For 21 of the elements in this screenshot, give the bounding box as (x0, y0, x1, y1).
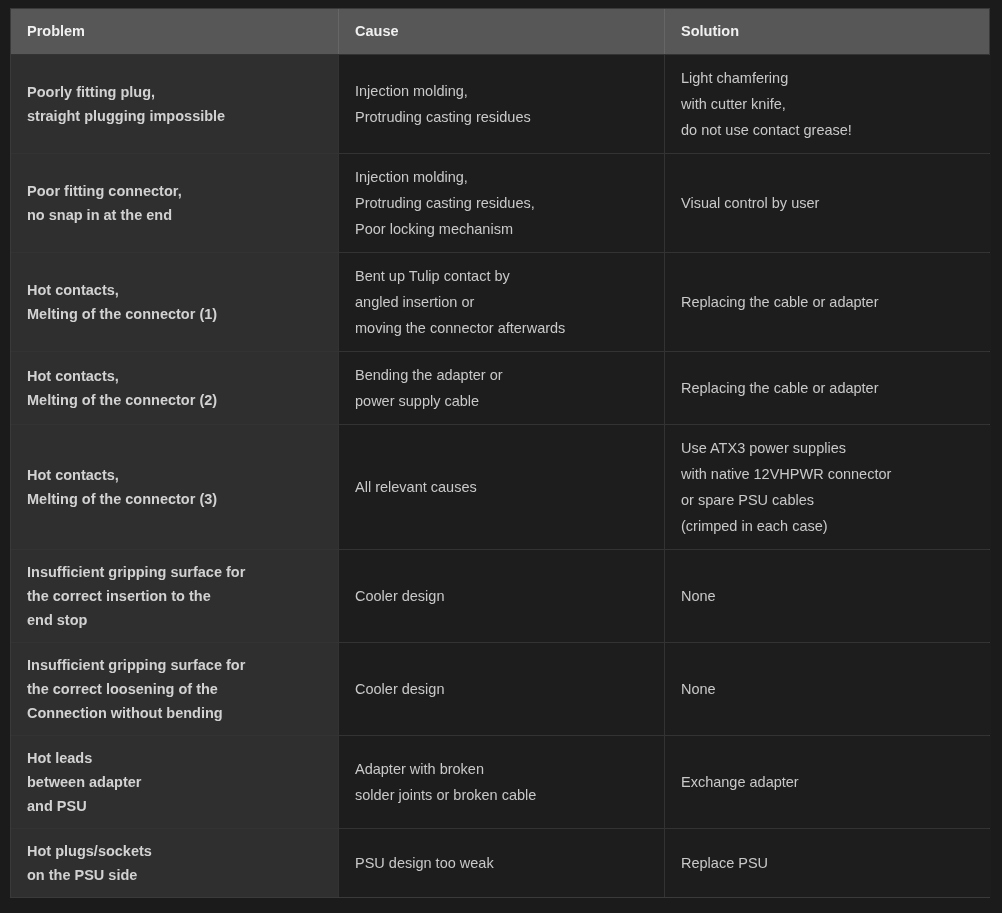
table-cell: Hot leads between adapter and PSU (11, 736, 338, 828)
table-cell: None (664, 643, 991, 735)
table-cell: Replacing the cable or adapter (664, 253, 991, 351)
column-header: Cause (338, 9, 664, 54)
table-cell: Insufficient gripping surface for the correct insertion to the end stop (11, 550, 338, 642)
table-cell: Hot plugs/sockets on the PSU side (11, 829, 338, 897)
table-cell: None (664, 550, 991, 642)
table-cell: Exchange adapter (664, 736, 991, 828)
table-cell: Use ATX3 power supplies with native 12VHPWR connector or spare PSU cables (crimped in each case) (664, 425, 991, 549)
table-cell: Hot contacts, Melting of the connector (3) (11, 425, 338, 549)
table-cell: Replace PSU (664, 829, 991, 897)
column-header: Solution (664, 9, 991, 54)
table-cell: Poorly fitting plug, straight plugging impossible (11, 55, 338, 153)
table-cell: Hot contacts, Melting of the connector (2) (11, 352, 338, 424)
table-cell: Replacing the cable or adapter (664, 352, 991, 424)
table-cell: Hot contacts, Melting of the connector (1) (11, 253, 338, 351)
column-header: Problem (26, 21, 86, 41)
table-cell: Poor fitting connector, no snap in at the end (11, 154, 338, 252)
table-cell: Visual control by user (664, 154, 991, 252)
table-cell: Insufficient gripping surface for the correct loosening of the Connection without bending (11, 643, 338, 735)
table-cell: Light chamfering with cutter knife, do not use contact grease! (664, 55, 991, 153)
